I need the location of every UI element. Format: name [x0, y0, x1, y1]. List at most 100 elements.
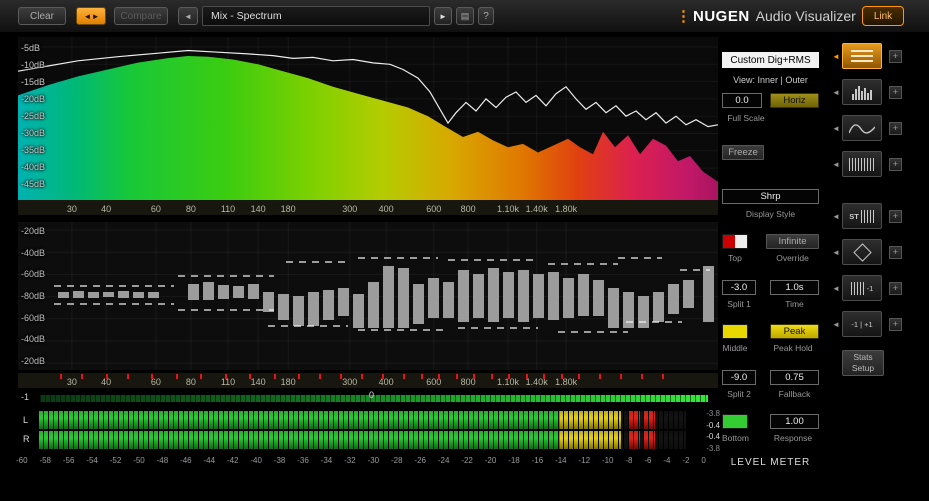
swap-ab-button[interactable]: ◄ ►: [76, 7, 106, 25]
histogram-bar: [473, 274, 484, 318]
add-display-button[interactable]: +: [889, 85, 902, 99]
meter-bar-right: [38, 431, 686, 449]
histogram-bar: [593, 280, 604, 316]
compare-button[interactable]: Compare: [114, 7, 168, 25]
add-display-button[interactable]: +: [889, 49, 902, 63]
spectrum-display-button[interactable]: [842, 43, 882, 69]
histogram-bar: [353, 294, 364, 328]
meter-scale-label: -28: [391, 456, 403, 465]
compare-button-label: Compare: [120, 10, 162, 22]
infinite-button-label: Infinite: [778, 236, 807, 247]
expand-arrow-icon[interactable]: ◄: [830, 160, 842, 169]
peak-marker-tick: [508, 374, 510, 379]
expand-arrow-icon[interactable]: ◄: [830, 320, 842, 329]
expand-arrow-icon[interactable]: ◄: [830, 52, 842, 61]
add-display-button[interactable]: +: [889, 245, 902, 259]
preset-dropdown[interactable]: Mix - Spectrum: [202, 6, 430, 26]
expand-arrow-icon[interactable]: ◄: [830, 88, 842, 97]
meter-value-r-hold: -3.8: [706, 443, 720, 453]
logo-product: Audio Visualizer: [755, 8, 856, 24]
histogram-bar: [88, 292, 99, 298]
help-button[interactable]: ?: [478, 7, 494, 25]
meter-right-channel-label: R: [23, 434, 30, 444]
bottom-color-swatch[interactable]: [722, 414, 748, 429]
histogram-bar: [683, 280, 694, 308]
display-style-dropdown[interactable]: Shrp: [722, 189, 819, 204]
spectrogram-display-button[interactable]: [842, 151, 882, 177]
peak-marker-tick: [224, 374, 227, 379]
peak-button-label: Peak: [783, 326, 806, 337]
meter-yellow: [559, 431, 622, 449]
freq-tick-label: 1.40k: [525, 204, 548, 214]
sidebar-row-vectorscope: ◄ +: [830, 238, 928, 266]
meter-scale-label: -48: [156, 456, 169, 465]
meter-red-block: [628, 411, 640, 429]
preset-prev-button[interactable]: ◄: [178, 7, 198, 25]
add-display-button[interactable]: +: [889, 121, 902, 135]
meter-green: [38, 411, 560, 429]
middle-color-swatch[interactable]: [722, 324, 748, 339]
histogram-bar: [503, 272, 514, 318]
correlation-meter-label: -1 | +1: [851, 319, 873, 329]
response-field[interactable]: 1.00: [770, 414, 819, 429]
level-meter: L R -3.8 -0.4 -0.4 -3.8: [18, 408, 720, 454]
stereo-spectrum-display-button[interactable]: ST: [842, 203, 882, 229]
freq-tick-label: 110: [220, 377, 236, 387]
freeze-button[interactable]: Freeze: [722, 145, 764, 160]
histogram-bar: [148, 292, 159, 298]
fallback-field[interactable]: 0.75: [770, 370, 819, 385]
histogram-bar: [248, 284, 259, 299]
meter-scale-label: -14: [555, 456, 567, 465]
time-field[interactable]: 1.0s: [770, 280, 819, 295]
preset-list-button[interactable]: ▤: [456, 7, 474, 25]
view-mode-toggle[interactable]: View: Inner | Outer: [722, 75, 819, 85]
correlation-history-display-button[interactable]: -1: [842, 275, 882, 301]
freq-tick-label: 1.10k: [496, 204, 520, 214]
freq-tick-label: 800: [460, 204, 476, 214]
play-button[interactable]: ►: [434, 7, 452, 25]
meter-type-dropdown[interactable]: Custom Dig+RMS: [722, 52, 819, 68]
split1-field[interactable]: -3.0: [722, 280, 756, 295]
meter-db-scale: -60 -58 -56 -54 -52 -50 -48 -46 -44 -42 -40 -38 -36-…: [16, 456, 706, 465]
freq-tick-label: 140: [250, 377, 266, 387]
freq-tick-label: 180: [280, 204, 296, 214]
link-button[interactable]: Link: [862, 6, 904, 26]
app-logo: ⋮ NUGEN Audio Visualizer: [676, 7, 856, 25]
correlation-meter-display-button[interactable]: -1 | +1: [842, 311, 882, 337]
left-arrow-icon: ◄: [184, 11, 192, 21]
meter-scale-label: -54: [86, 456, 98, 465]
infinite-button[interactable]: Infinite: [766, 234, 819, 249]
expand-arrow-icon[interactable]: ◄: [830, 212, 842, 221]
histogram-bar: [383, 266, 394, 328]
histogram-bar: [323, 290, 334, 320]
spectrum-analyzer-display: -5dB -10dB -15dB -20dB -25dB -30dB -35dB -40dB -…: [18, 37, 718, 200]
plus-icon: +: [892, 159, 899, 169]
histogram-bar: [73, 291, 84, 298]
peak-hold-button[interactable]: Peak: [770, 324, 819, 339]
plus-icon: +: [892, 211, 899, 221]
expand-arrow-icon[interactable]: ◄: [830, 124, 842, 133]
full-scale-field[interactable]: 0.0: [722, 93, 762, 108]
meter-scale-label: -34: [320, 456, 333, 465]
freq-tick-label: 30: [66, 204, 77, 214]
fallback-value: 0.75: [785, 372, 804, 383]
clear-button[interactable]: Clear: [18, 7, 66, 25]
add-display-button[interactable]: +: [889, 157, 902, 171]
meter-red-block: [643, 431, 655, 449]
expand-arrow-icon[interactable]: ◄: [830, 284, 842, 293]
histogram-display-button[interactable]: [842, 79, 882, 105]
peak-marker-tick: [403, 374, 405, 379]
add-display-button[interactable]: +: [889, 209, 902, 223]
spectrum-curve-display-button[interactable]: [842, 115, 882, 141]
add-display-button[interactable]: +: [889, 317, 902, 331]
expand-arrow-icon[interactable]: ◄: [830, 248, 842, 257]
vectorscope-display-button[interactable]: [842, 239, 882, 265]
add-display-button[interactable]: +: [889, 281, 902, 295]
spectrum-lines-icon: [851, 50, 873, 62]
top-color-swatch[interactable]: [722, 234, 748, 249]
stats-setup-button[interactable]: Stats Setup: [842, 350, 884, 376]
split2-field[interactable]: -9.0: [722, 370, 756, 385]
horiz-button[interactable]: Horiz: [770, 93, 819, 108]
spectrum-svg: [18, 37, 718, 200]
meter-scale-label: -12: [578, 456, 591, 465]
